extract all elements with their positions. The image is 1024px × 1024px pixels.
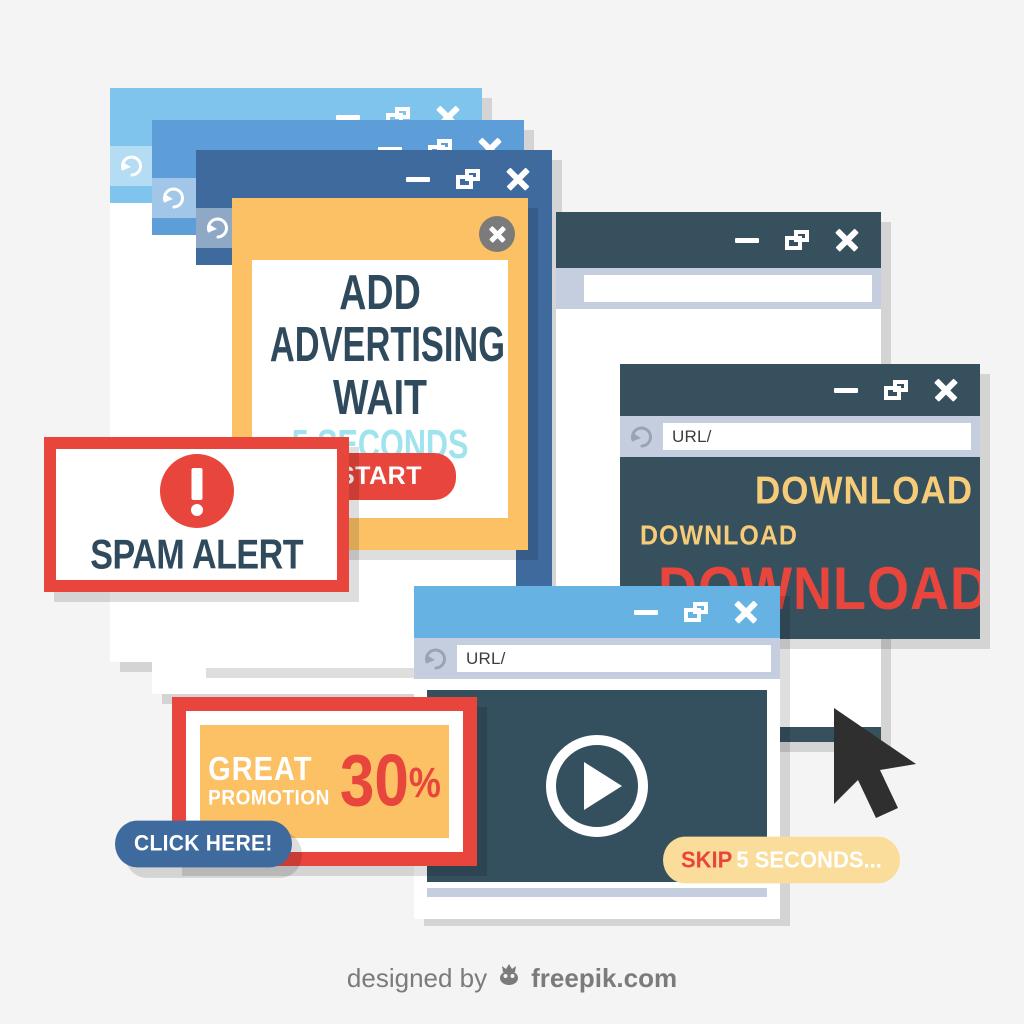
reload-icon[interactable] — [119, 153, 145, 179]
restore-icon[interactable] — [684, 602, 708, 622]
footer-prefix: designed by — [346, 963, 488, 993]
titlebar — [620, 364, 980, 416]
close-icon[interactable] — [479, 216, 515, 252]
promotion-label: PROMOTION — [208, 786, 330, 810]
download-text-2: DOWNLOAD — [640, 520, 798, 552]
player-controls-strip[interactable] — [427, 888, 767, 897]
promotion-percent-sign: % — [408, 758, 441, 807]
close-icon[interactable] — [934, 378, 958, 402]
url-input[interactable]: URL/ — [457, 645, 771, 672]
restore-icon[interactable] — [785, 230, 809, 250]
reload-icon[interactable] — [423, 646, 449, 672]
reload-icon[interactable] — [205, 215, 231, 241]
minimize-icon[interactable] — [406, 176, 430, 182]
skip-ad-button[interactable]: SKIP 5 SECONDS... — [663, 836, 900, 884]
spam-alert-label: SPAM ALERT — [90, 530, 303, 577]
url-input[interactable] — [584, 275, 872, 302]
reload-bar — [110, 146, 154, 186]
mouse-pointer-icon — [828, 704, 938, 824]
close-icon[interactable] — [506, 167, 530, 191]
minimize-icon[interactable] — [834, 387, 858, 393]
reload-icon[interactable] — [161, 185, 187, 211]
titlebar — [556, 212, 881, 268]
ad-line-3: WAIT — [333, 370, 427, 425]
close-icon[interactable] — [734, 600, 758, 624]
url-bar: URL/ — [414, 638, 780, 679]
promotion-number: 30 — [339, 740, 409, 822]
skip-label: SKIP — [681, 846, 733, 873]
click-here-button[interactable]: CLICK HERE! — [115, 820, 292, 868]
promotion-great-label: GREAT — [208, 751, 313, 788]
restore-icon[interactable] — [884, 380, 908, 400]
ad-message: ADD ADVERTISING WAIT 5 SECONDS — [252, 260, 508, 465]
skip-countdown-label: 5 SECONDS... — [736, 846, 882, 873]
titlebar — [414, 586, 780, 638]
reload-icon[interactable] — [629, 424, 655, 450]
url-bar: URL/ — [620, 416, 980, 457]
close-icon[interactable] — [835, 228, 859, 252]
minimize-icon[interactable] — [336, 114, 360, 120]
footer-brand: freepik.com — [531, 963, 678, 993]
promotion-discount: 30% — [340, 745, 441, 818]
ad-line-2: ADVERTISING — [269, 318, 506, 373]
spam-alert-dialog[interactable]: SPAM ALERT — [44, 437, 349, 592]
promotion-wordmark: GREAT PROMOTION — [208, 751, 330, 810]
footer-credit: designed by freepik.com — [0, 962, 1024, 995]
reload-bar — [152, 178, 196, 218]
minimize-icon[interactable] — [634, 609, 658, 615]
minimize-icon[interactable] — [735, 237, 759, 243]
illustration-canvas: ADD ADVERTISING WAIT 5 SECONDS START URL… — [0, 0, 1024, 1024]
restore-icon[interactable] — [456, 169, 480, 189]
url-bar — [556, 268, 881, 309]
download-text-1: DOWNLOAD — [755, 469, 973, 513]
play-icon[interactable] — [546, 735, 648, 837]
freepik-crown-icon — [494, 962, 524, 995]
spam-alert-body: SPAM ALERT — [56, 449, 337, 580]
exclamation-icon — [159, 453, 234, 528]
url-input[interactable]: URL/ — [663, 423, 971, 450]
ad-line-1: ADD — [339, 266, 421, 320]
